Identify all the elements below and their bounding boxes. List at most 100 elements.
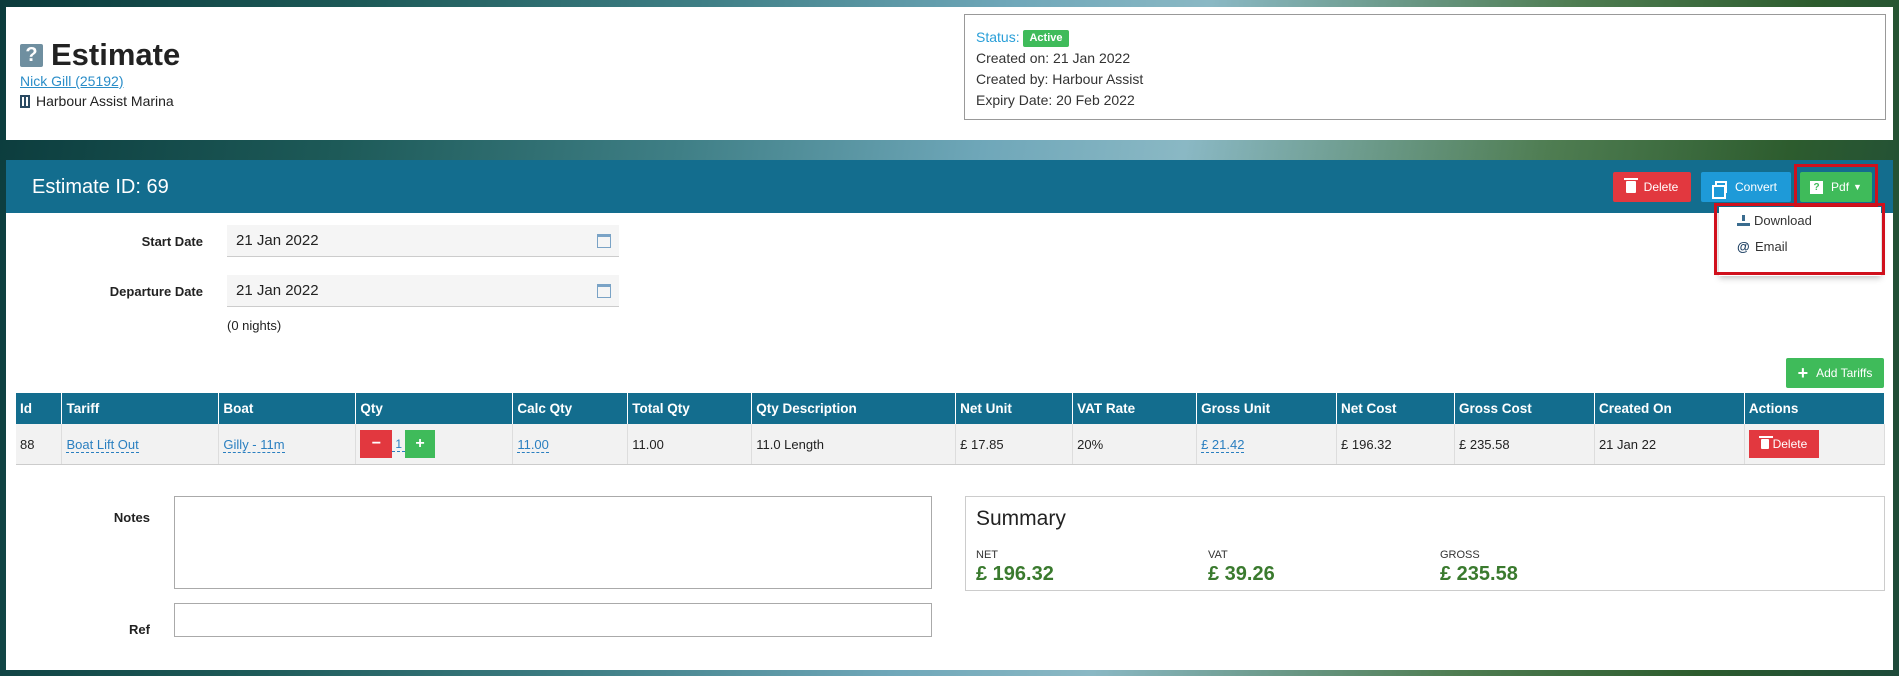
gross-value: £ 235.58 <box>1440 563 1518 585</box>
email-label: Email <box>1755 239 1788 254</box>
cell-net-unit: £ 17.85 <box>955 424 1074 465</box>
summary-vat: VAT £ 39.26 <box>1208 549 1275 586</box>
menu-item-download[interactable]: Download <box>1737 213 1812 228</box>
column-header[interactable]: Tariff <box>61 393 220 424</box>
add-tariffs-label: Add Tariffs <box>1816 366 1873 380</box>
column-header[interactable]: Total Qty <box>627 393 753 424</box>
at-sign-icon: @ <box>1737 239 1750 254</box>
status-box: Status: Active Created on: 21 Jan 2022 C… <box>964 14 1886 120</box>
gross-unit-link[interactable]: £ 21.42 <box>1201 436 1245 453</box>
qty-value[interactable]: 1 <box>392 437 406 452</box>
expiry-date: Expiry Date: 20 Feb 2022 <box>976 92 1135 108</box>
column-header[interactable]: Gross Cost <box>1454 393 1595 424</box>
caret-down-icon: ▼ <box>1853 182 1862 192</box>
increment-button[interactable]: + <box>405 430 436 458</box>
summary-title: Summary <box>976 507 1066 530</box>
cell-vat-rate: 20% <box>1072 424 1198 465</box>
net-value: £ 196.32 <box>976 563 1054 585</box>
start-date-label: Start Date <box>141 234 203 249</box>
vat-label: VAT <box>1208 549 1228 561</box>
boat-link[interactable]: Gilly - 11m <box>223 436 285 453</box>
pdf-label: Pdf <box>1831 180 1850 194</box>
cell-qty-description: 11.0 Length <box>751 424 957 465</box>
summary-panel: Summary NET £ 196.32 VAT £ 39.26 GROSS £… <box>965 496 1885 591</box>
quantity-stepper: − 1 + <box>360 430 508 458</box>
start-date-input[interactable]: 21 Jan 2022 <box>227 225 619 257</box>
delete-label: Delete <box>1643 180 1679 194</box>
add-tariffs-button[interactable]: + Add Tariffs <box>1786 358 1884 388</box>
cell-actions: Delete <box>1744 424 1886 465</box>
tariffs-table: Id Tariff Boat Qty Calc Qty Total Qty Qt… <box>16 393 1886 465</box>
notes-textarea[interactable] <box>174 496 932 589</box>
customer-link[interactable]: Nick Gill (25192) <box>20 73 123 89</box>
created-on: Created on: 21 Jan 2022 <box>976 50 1131 66</box>
vat-value: £ 39.26 <box>1208 563 1275 585</box>
column-header[interactable]: Id <box>16 393 63 424</box>
calendar-icon[interactable] <box>597 284 611 298</box>
departure-date-value: 21 Jan 2022 <box>236 282 319 299</box>
column-header[interactable]: Created On <box>1594 393 1745 424</box>
decrement-button[interactable]: − <box>360 430 393 458</box>
column-header[interactable]: Net Cost <box>1336 393 1455 424</box>
page-title: Estimate <box>51 37 181 72</box>
column-header[interactable]: VAT Rate <box>1072 393 1198 424</box>
gross-label: GROSS <box>1440 549 1480 561</box>
column-header[interactable]: Qty Description <box>751 393 957 424</box>
status-label: Status: <box>976 29 1020 45</box>
panel-header: Estimate ID: 69 Delete Convert ? Pdf ▼ <box>6 160 1893 213</box>
summary-net: NET £ 196.32 <box>976 549 1054 586</box>
marina-row: Harbour Assist Marina <box>20 93 174 109</box>
cell-total-qty: 11.00 <box>627 424 753 465</box>
table-row: 88 Boat Lift Out Gilly - 11m − 1 + 11.00… <box>16 424 1886 465</box>
row-delete-label: Delete <box>1772 437 1808 451</box>
menu-item-email[interactable]: @ Email <box>1737 239 1788 254</box>
cell-calc-qty: 11.00 <box>512 424 629 465</box>
cell-created-on: 21 Jan 22 <box>1594 424 1745 465</box>
cell-net-cost: £ 196.32 <box>1336 424 1455 465</box>
trash-icon <box>1623 178 1638 193</box>
help-icon[interactable]: ? <box>20 43 43 67</box>
calendar-icon[interactable] <box>597 234 611 248</box>
convert-button[interactable]: Convert <box>1701 172 1791 202</box>
calc-qty-link[interactable]: 11.00 <box>517 436 549 453</box>
departure-date-input[interactable]: 21 Jan 2022 <box>227 275 619 307</box>
building-icon <box>20 94 30 108</box>
plus-icon: + <box>1797 363 1809 383</box>
cell-gross-cost: £ 235.58 <box>1454 424 1595 465</box>
delete-button[interactable]: Delete <box>1613 172 1691 202</box>
column-header[interactable]: Net Unit <box>955 393 1074 424</box>
notes-label: Notes <box>113 510 150 525</box>
copy-icon <box>1711 181 1727 199</box>
pdf-dropdown-menu: Download @ Email <box>1719 207 1881 276</box>
cell-qty: − 1 + <box>355 424 514 465</box>
column-header[interactable]: Calc Qty <box>512 393 629 424</box>
cell-id: 88 <box>16 424 63 465</box>
net-label: NET <box>976 549 998 561</box>
trash-icon <box>1758 436 1773 449</box>
ref-label: Ref <box>129 622 150 637</box>
convert-label: Convert <box>1734 180 1778 194</box>
column-header[interactable]: Qty <box>355 393 514 424</box>
cell-boat: Gilly - 11m <box>218 424 357 465</box>
nights-count: (0 nights) <box>227 318 282 333</box>
tariff-link[interactable]: Boat Lift Out <box>66 436 139 453</box>
created-by: Created by: Harbour Assist <box>976 71 1144 87</box>
status-badge: Active <box>1023 30 1069 47</box>
pdf-icon: ? <box>1810 180 1824 194</box>
row-delete-button[interactable]: Delete <box>1748 430 1819 458</box>
download-label: Download <box>1754 213 1812 228</box>
estimate-header-panel: ? Estimate Nick Gill (25192) Harbour Ass… <box>6 7 1893 140</box>
marina-name: Harbour Assist Marina <box>36 93 174 109</box>
table-header-row: Id Tariff Boat Qty Calc Qty Total Qty Qt… <box>16 393 1886 424</box>
column-header: Actions <box>1744 393 1886 424</box>
estimate-main-panel: Estimate ID: 69 Delete Convert ? Pdf ▼ D… <box>6 160 1893 670</box>
title-row: ? Estimate <box>20 37 180 73</box>
column-header[interactable]: Gross Unit <box>1196 393 1338 424</box>
start-date-value: 21 Jan 2022 <box>236 232 319 249</box>
estimate-id: Estimate ID: 69 <box>32 176 169 198</box>
departure-date-label: Departure Date <box>109 284 203 299</box>
pdf-button[interactable]: ? Pdf ▼ <box>1800 172 1872 202</box>
column-header[interactable]: Boat <box>218 393 357 424</box>
cell-gross-unit: £ 21.42 <box>1196 424 1338 465</box>
ref-input[interactable] <box>174 603 932 637</box>
